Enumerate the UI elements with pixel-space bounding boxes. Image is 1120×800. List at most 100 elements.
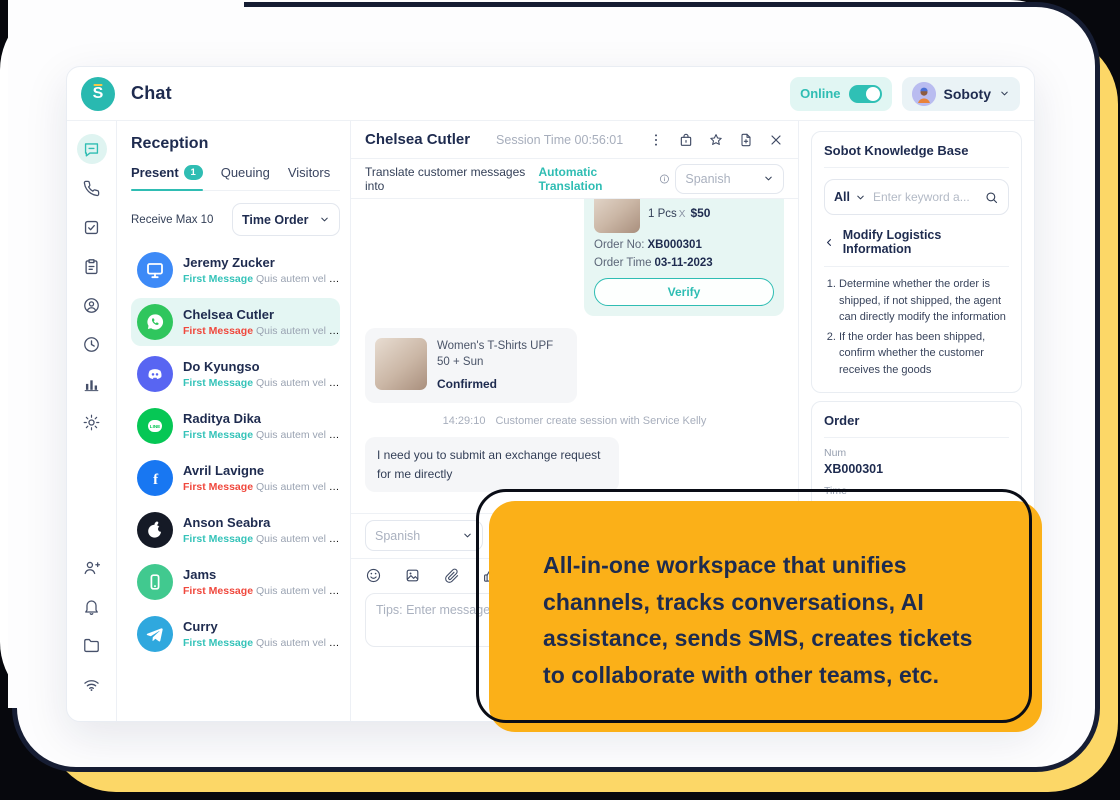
smiley-icon[interactable] [365, 567, 382, 584]
order-field-value: XB000301 [824, 462, 1009, 476]
apple-avatar-icon [137, 512, 173, 548]
verify-button[interactable]: Verify [594, 278, 774, 306]
reception-tabs: Present 1 Queuing Visitors [131, 165, 340, 191]
order-field-label: Time [824, 485, 1009, 497]
tab-present[interactable]: Present 1 [131, 165, 203, 190]
rail-clipboard-icon[interactable] [77, 251, 107, 281]
image-icon[interactable] [404, 567, 421, 584]
conversation-list: Jeremy Zucker First Message Quis autem v… [131, 246, 340, 722]
session-note: 14:29:10Customer create session with Ser… [443, 415, 707, 427]
contact-row[interactable]: Curry First Message Quis autem vel eum i… [131, 610, 340, 658]
first-message-label: First Message [183, 637, 253, 649]
reception-title: Reception [131, 135, 340, 153]
contact-row[interactable]: LINE Raditya Dika First Message Quis aut… [131, 402, 340, 450]
first-message-label: First Message [183, 429, 253, 441]
user-name: Soboty [944, 86, 991, 102]
message-preview: Quis autem vel eum iu... [256, 429, 340, 441]
lock-icon[interactable] [678, 132, 694, 148]
order-field-label: Num [824, 447, 1009, 459]
first-message-label: First Message [183, 481, 253, 493]
present-count-badge: 1 [184, 165, 203, 180]
online-label: Online [800, 86, 840, 101]
product-image [375, 338, 427, 390]
rail-phone-icon[interactable] [77, 173, 107, 203]
rail-bell-icon[interactable] [77, 591, 107, 621]
file-plus-icon[interactable] [738, 132, 754, 148]
first-message-label: First Message [183, 325, 253, 337]
contact-name: Raditya Dika [183, 411, 334, 426]
composer-language-select[interactable]: Spanish [365, 520, 483, 551]
chat-header: Chelsea Cutler Session Time 00:56:01 [351, 121, 798, 159]
callout-text-line: assistance, sends SMS, creates tickets [543, 620, 1042, 657]
receive-max-label: Receive Max 10 [131, 214, 213, 226]
rail-wifi-icon[interactable] [77, 669, 107, 699]
contact-name: Do Kyungso [183, 359, 334, 374]
order-time: Order Time03-11-2023 [594, 257, 774, 269]
first-message-label: First Message [183, 377, 253, 389]
online-toggle[interactable] [849, 85, 882, 103]
rail-folder-icon[interactable] [77, 630, 107, 660]
contact-name: Avril Lavigne [183, 463, 334, 478]
stage: S Chat Online Soboty [0, 0, 1120, 800]
kb-title: Sobot Knowledge Base [824, 143, 1009, 168]
top-bar: S Chat Online Soboty [67, 67, 1034, 121]
close-icon[interactable] [768, 132, 784, 148]
kb-filter-select[interactable]: All [834, 190, 850, 204]
rail-check-square-icon[interactable] [77, 212, 107, 242]
contact-row[interactable]: f Avril Lavigne First Message Quis autem… [131, 454, 340, 502]
kb-search-input[interactable] [871, 189, 979, 205]
line-avatar-icon: LINE [137, 408, 173, 444]
chevron-down-icon [319, 214, 330, 225]
contact-name: Jeremy Zucker [183, 255, 334, 270]
svg-text:LINE: LINE [150, 424, 160, 429]
paperclip-icon[interactable] [443, 567, 460, 584]
contact-row[interactable]: Anson Seabra First Message Quis autem ve… [131, 506, 340, 554]
message-area: Sun 1 PcsX$50 Order No:XB000301 Order Ti… [351, 199, 798, 513]
product-qty: 1 PcsX$50 [648, 204, 710, 223]
callout-text-line: to collaborate with other teams, etc. [543, 657, 1042, 694]
translate-label: Translate customer messages into [365, 165, 531, 193]
mobile-avatar-icon [137, 564, 173, 600]
contact-row[interactable]: Jeremy Zucker First Message Quis autem v… [131, 246, 340, 294]
sort-order-select[interactable]: Time Order [232, 203, 340, 236]
translate-language-select[interactable]: Spanish [675, 164, 784, 194]
translate-bar: Translate customer messages into Automat… [351, 159, 798, 199]
auto-translation-link[interactable]: Automatic Translation [539, 165, 653, 193]
user-menu[interactable]: Soboty [902, 77, 1020, 111]
tab-visitors[interactable]: Visitors [288, 165, 330, 190]
chevron-left-icon [824, 237, 835, 248]
first-message-label: First Message [183, 273, 253, 285]
rail-bar-chart-icon[interactable] [77, 368, 107, 398]
rail-gear-icon[interactable] [77, 407, 107, 437]
product-message-card: Women's T-Shirts UPF 50 + Sun Confirmed [365, 328, 577, 403]
callout-text-line: channels, tracks conversations, AI [543, 584, 1042, 621]
product-image [594, 199, 640, 233]
callout-text-line: All-in-one workspace that unifies [543, 547, 1042, 584]
search-icon[interactable] [984, 190, 999, 205]
contact-row[interactable]: Chelsea Cutler First Message Quis autem … [131, 298, 340, 346]
contact-row[interactable]: Jams First Message Quis autem vel eum iu… [131, 558, 340, 606]
rail-agent-icon[interactable] [77, 290, 107, 320]
kebab-icon[interactable] [648, 132, 664, 148]
contact-row[interactable]: Do Kyungso First Message Quis autem vel … [131, 350, 340, 398]
message-preview: Quis autem vel eum iu... [256, 585, 340, 597]
sobot-logo-icon: S [81, 77, 115, 111]
order-field: Num XB000301 [824, 447, 1009, 476]
star-icon[interactable] [708, 132, 724, 148]
contact-name: Curry [183, 619, 334, 634]
product-status: Confirmed [437, 376, 567, 393]
telegram-avatar-icon [137, 616, 173, 652]
chevron-down-icon [855, 192, 866, 203]
kb-article-header[interactable]: Modify Logistics Information [824, 228, 1009, 267]
contact-name: Jams [183, 567, 334, 582]
rail-user-plus-icon[interactable] [77, 552, 107, 582]
online-status-pill: Online [790, 77, 891, 111]
tab-queuing[interactable]: Queuing [221, 165, 270, 190]
rail-clock-icon[interactable] [77, 329, 107, 359]
info-icon [659, 173, 670, 185]
message-preview: Quis autem vel eum iu... [256, 481, 340, 493]
rail-chat-icon[interactable] [77, 134, 107, 164]
whatsapp-avatar-icon [137, 304, 173, 340]
order-no: Order No:XB000301 [594, 239, 774, 251]
chevron-down-icon [999, 88, 1010, 99]
